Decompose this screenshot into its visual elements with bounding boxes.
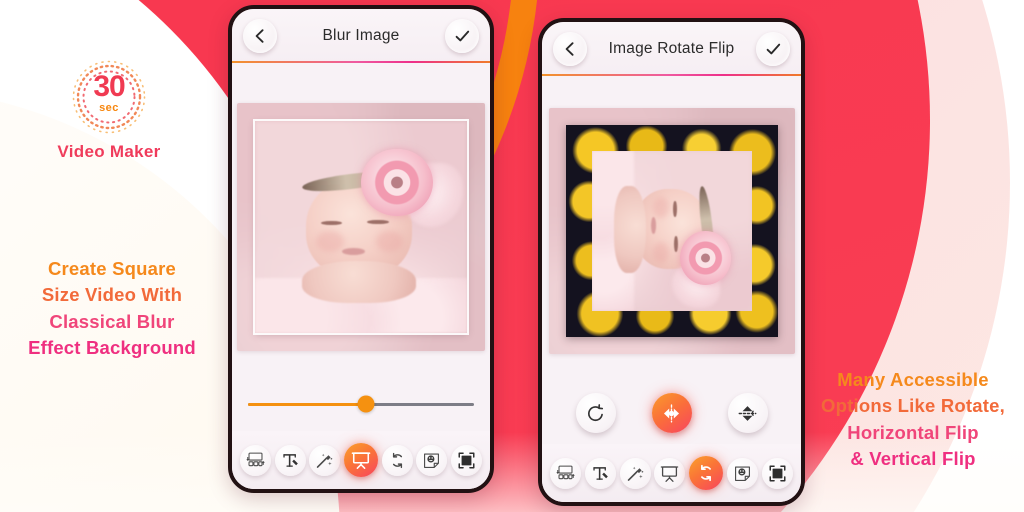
baby-photo-content	[255, 121, 467, 333]
action-vertical-flip[interactable]	[727, 393, 768, 433]
easel-icon	[661, 465, 679, 482]
right-copy-line-1: Many Accessible	[837, 369, 989, 390]
left-marketing-copy: Create Square Size Video With Classical …	[6, 256, 218, 361]
inner-photo-area	[591, 151, 752, 311]
left-copy-line-4: Effect Background	[28, 336, 196, 358]
tool-crop[interactable]	[761, 457, 793, 489]
baby-photo-content-rotated	[591, 151, 752, 311]
easel-icon	[351, 452, 371, 469]
sticker-icon	[424, 453, 440, 468]
rotate-ccw-icon	[588, 403, 604, 421]
action-horizontal-flip[interactable]	[651, 393, 692, 433]
rotate-flip-canvas[interactable]	[548, 108, 795, 354]
flip-horizontal-icon	[663, 403, 680, 423]
text-icon	[593, 466, 608, 480]
phone-mockup-rotate-flip: Image Rotate Flip	[538, 18, 805, 506]
phone1-header: Blur Image	[232, 9, 490, 63]
tool-effects[interactable]	[309, 444, 341, 476]
right-copy-line-4: & Vertical Flip	[850, 447, 976, 469]
tool-sticker[interactable]	[727, 457, 759, 489]
transform-icon	[556, 465, 575, 479]
right-copy-line-2: Options Like Rotate,	[821, 395, 1005, 417]
rotate-flip-actions	[542, 390, 801, 436]
tool-blur[interactable]	[343, 443, 378, 477]
rotate-icon	[392, 452, 402, 468]
chevron-left-icon	[565, 42, 574, 56]
logo-number: 30	[93, 70, 125, 103]
tool-effects[interactable]	[619, 457, 651, 489]
slider-thumb[interactable]	[357, 395, 375, 413]
stopwatch-dial-icon: 30 sec	[70, 58, 148, 136]
magic-wand-icon	[317, 453, 333, 468]
app-logo: 30 sec Video Maker	[14, 58, 204, 162]
crop-icon	[769, 465, 786, 481]
tool-rotate[interactable]	[689, 456, 724, 490]
phone2-back-button[interactable]	[553, 32, 587, 66]
tool-rotate[interactable]	[381, 444, 413, 476]
slider-track[interactable]	[248, 395, 474, 413]
tool-transform[interactable]	[239, 444, 271, 476]
sticker-icon	[735, 466, 751, 481]
logo-app-name: Video Maker	[14, 142, 204, 162]
phone2-done-button[interactable]	[756, 32, 790, 66]
tool-sticker[interactable]	[416, 444, 448, 476]
phone1-title: Blur Image	[322, 27, 400, 44]
action-rotate[interactable]	[575, 393, 616, 433]
logo-unit: sec	[99, 102, 119, 114]
text-icon	[282, 453, 298, 467]
phone1-done-button[interactable]	[445, 19, 479, 53]
right-marketing-copy: Many Accessible Options Like Rotate, Hor…	[806, 367, 1020, 472]
tool-blur[interactable]	[654, 457, 686, 489]
tool-crop[interactable]	[451, 444, 483, 476]
phone1-toolbar	[232, 431, 490, 489]
check-icon	[766, 43, 780, 54]
chevron-left-icon	[255, 29, 264, 43]
slider-fill	[248, 402, 366, 406]
phone2-body	[542, 76, 801, 502]
phone1-back-button[interactable]	[243, 19, 277, 53]
tool-transform[interactable]	[549, 457, 581, 489]
phone2-title: Image Rotate Flip	[608, 40, 735, 57]
framed-baby-photo[interactable]	[565, 125, 778, 337]
right-copy-line-3: Horizontal Flip	[847, 421, 979, 443]
blur-intensity-slider[interactable]	[248, 393, 474, 415]
magic-wand-icon	[627, 466, 643, 481]
flip-vertical-icon	[738, 405, 757, 421]
baby-photo[interactable]	[255, 121, 467, 333]
check-icon	[455, 30, 469, 41]
left-copy-line-3: Classical Blur	[49, 310, 175, 332]
crop-icon	[458, 452, 475, 468]
phone1-body	[232, 63, 490, 489]
blur-image-canvas[interactable]	[237, 103, 485, 351]
tool-text[interactable]	[274, 444, 306, 476]
phone2-header: Image Rotate Flip	[542, 22, 801, 76]
tool-text[interactable]	[584, 457, 616, 489]
phone2-toolbar	[542, 444, 801, 502]
transform-icon	[246, 452, 265, 466]
left-copy-line-2: Size Video With	[41, 284, 183, 306]
rotate-icon	[701, 464, 712, 482]
left-copy-line-1: Create Square	[47, 258, 177, 279]
phone-mockup-blur-image: Blur Image	[228, 5, 494, 493]
